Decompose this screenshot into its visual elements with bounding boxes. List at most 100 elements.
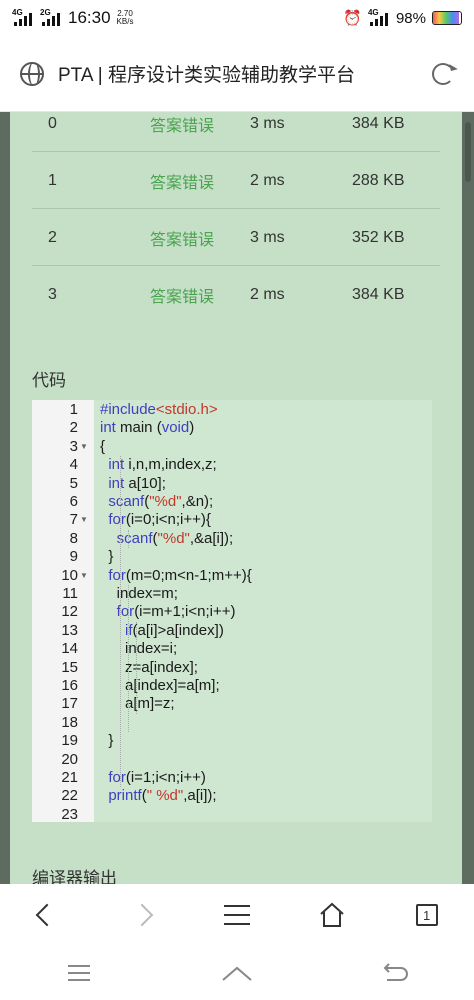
- address-bar[interactable]: PTA | 程序设计类实验辅助教学平台: [0, 36, 474, 112]
- case-index: 2: [48, 228, 57, 246]
- line-number: 3: [69, 437, 78, 455]
- code-line[interactable]: 5 int a[10];: [32, 475, 432, 493]
- battery-percent: 98%: [395, 9, 426, 27]
- compiler-output-title: 编译器输出: [32, 869, 117, 884]
- home-icon: [320, 902, 344, 927]
- indent-guide: [128, 529, 129, 549]
- tabs-button[interactable]: 1: [407, 895, 447, 935]
- page-scrollbar[interactable]: [462, 112, 474, 884]
- line-number: 6: [69, 493, 78, 510]
- battery-icon: [432, 11, 462, 25]
- line-number: 8: [69, 529, 78, 547]
- code-line[interactable]: 10 ▼ for(m=0;m<n-1;m++){: [32, 567, 432, 585]
- line-number: 17: [61, 695, 78, 713]
- signal-4g-icon: 4G: [12, 8, 34, 26]
- line-number: 5: [69, 474, 78, 492]
- code-line[interactable]: 4 int i,n,m,index,z;: [32, 456, 432, 474]
- indent-guide: [136, 621, 137, 714]
- code-editor[interactable]: 1 #include<stdio.h> 2 int main (void) 3 ▼{4 i…: [32, 400, 432, 824]
- reload-icon[interactable]: [432, 62, 454, 85]
- fold-arrow-icon[interactable]: ▼: [80, 567, 88, 585]
- code-text: #include<stdio.h>: [100, 401, 218, 418]
- code-line[interactable]: 21 for(i=1;i<n;i++): [32, 769, 432, 787]
- code-line[interactable]: 12 for(i=m+1;i<n;i++): [32, 603, 432, 621]
- code-line[interactable]: 11 index=m;: [32, 585, 432, 603]
- code-line[interactable]: 19 }: [32, 732, 432, 750]
- code-line[interactable]: 6 scanf("%d",&n);: [32, 493, 432, 511]
- code-text: a[index]=a[m];: [100, 677, 220, 694]
- back-arrow-icon: [383, 963, 408, 981]
- system-navigation-bar: [0, 946, 474, 1000]
- status-bar: 4G 2G 16:30 2.70 KB/s ⏰ 4G 98%: [0, 0, 474, 36]
- code-line[interactable]: 22 printf(" %d",a[i]);: [32, 787, 432, 805]
- code-line[interactable]: 1 #include<stdio.h>: [32, 401, 432, 419]
- page-title[interactable]: PTA | 程序设计类实验辅助教学平台: [58, 60, 432, 87]
- code-line[interactable]: 18: [32, 714, 432, 732]
- case-index: 3: [48, 286, 57, 303]
- code-text: }: [100, 548, 114, 566]
- case-time: 2 ms: [250, 286, 285, 303]
- code-line[interactable]: 2 int main (void): [32, 419, 432, 437]
- code-line[interactable]: 13 if(a[i]>a[index]): [32, 622, 432, 640]
- case-result: 答案错误: [150, 289, 215, 306]
- line-number: 12: [61, 603, 78, 621]
- case-memory: 384 KB: [352, 114, 405, 132]
- line-number: 23: [61, 805, 78, 823]
- code-text: for(i=1;i<n;i++): [108, 769, 206, 786]
- code-line[interactable]: 9 }: [32, 548, 432, 566]
- forward-button[interactable]: [122, 895, 162, 935]
- case-time: 3 ms: [250, 228, 285, 246]
- line-number: 4: [69, 456, 78, 474]
- case-memory: 384 KB: [352, 286, 405, 303]
- indent-guide: [120, 456, 121, 788]
- code-text: }: [100, 732, 114, 750]
- system-back-button[interactable]: [375, 953, 415, 993]
- home-button[interactable]: [312, 895, 352, 935]
- menu-button[interactable]: [217, 895, 257, 935]
- tab-count: 1: [415, 904, 438, 926]
- line-number: 19: [61, 732, 78, 750]
- line-number: 20: [61, 750, 78, 768]
- network-speed: 2.70 KB/s: [116, 9, 134, 26]
- fold-arrow-icon[interactable]: ▼: [80, 438, 88, 456]
- system-home-button[interactable]: [217, 953, 257, 993]
- result-row: 1 答案错误 2 ms 288 KB: [32, 153, 440, 209]
- line-number: 13: [61, 621, 78, 639]
- result-row: 3 答案错误 2 ms 384 KB: [32, 267, 440, 323]
- case-index: 1: [48, 171, 57, 189]
- line-number: 22: [61, 787, 78, 805]
- browser-toolbar: 1: [0, 884, 474, 946]
- code-line[interactable]: 23: [32, 806, 432, 824]
- code-line[interactable]: 7 ▼ for(i=0;i<n;i++){: [32, 511, 432, 529]
- code-text: {: [100, 437, 106, 455]
- indent-guide: [128, 585, 129, 733]
- code-text: for(i=0;i<n;i++){: [108, 511, 211, 529]
- case-memory: 352 KB: [352, 228, 405, 246]
- line-number: 10: [61, 566, 78, 584]
- chevron-left-icon: [36, 903, 59, 927]
- code-line[interactable]: 20: [32, 751, 432, 769]
- line-number: 21: [61, 769, 78, 786]
- code-line[interactable]: 17 a[m]=z;: [32, 695, 432, 713]
- line-number: 7: [69, 511, 78, 529]
- code-text: for(m=0;m<n-1;m++){: [108, 566, 252, 584]
- code-text: int i,n,m,index,z;: [108, 456, 217, 474]
- code-line[interactable]: 8 scanf("%d",&a[i]);: [32, 530, 432, 548]
- line-number: 9: [69, 548, 78, 566]
- fold-arrow-icon[interactable]: ▼: [80, 511, 88, 529]
- scrollbar-thumb[interactable]: [465, 122, 471, 182]
- case-index: 0: [48, 114, 57, 132]
- code-line[interactable]: 3 ▼ {: [32, 438, 432, 456]
- code-line[interactable]: 15 z=a[index];: [32, 659, 432, 677]
- back-button[interactable]: [27, 895, 67, 935]
- code-text: scanf("%d",&n);: [108, 493, 214, 510]
- case-result: 答案错误: [150, 174, 215, 192]
- code-text: index=i;: [100, 640, 178, 658]
- case-result: 答案错误: [150, 231, 215, 249]
- line-number: 2: [69, 419, 78, 437]
- signal-2g-icon: 2G: [40, 8, 62, 26]
- code-line[interactable]: 16 a[index]=a[m];: [32, 677, 432, 695]
- case-result: 答案错误: [150, 117, 215, 135]
- system-menu-button[interactable]: [59, 953, 99, 993]
- code-line[interactable]: 14 index=i;: [32, 640, 432, 658]
